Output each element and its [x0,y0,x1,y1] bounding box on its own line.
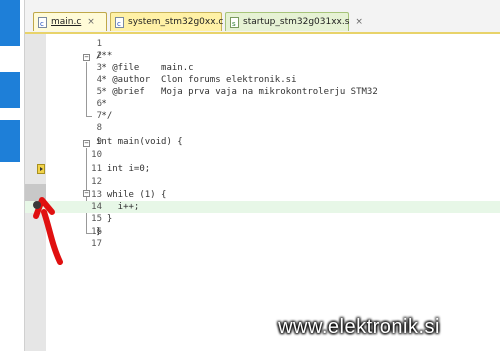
code-line: 16} [91,227,102,237]
asm-file-icon: s [230,16,239,28]
code-line: 2/** [96,51,113,61]
code-line: 17 [91,239,102,249]
code-line: 10 [91,150,102,160]
breakpoint-icon[interactable] [33,201,41,209]
tab-label: startup_stm32g031xx.s [243,17,350,27]
tab-main-c[interactable]: c main.c × [33,12,107,31]
code-line-current: 14 i++; [25,201,500,213]
tab-bar: c main.c × c system_stm32g0xx.c × s star… [25,0,500,34]
code-editor[interactable]: − − − 1 2/** 3 * @file main.c 4 * @autho… [25,34,500,351]
svg-text:s: s [232,20,236,28]
code-line: 1 [96,39,102,49]
code-line: 3 * @file main.c [96,63,194,73]
sidebar-panel-button[interactable] [0,0,20,46]
sidebar-panel-button[interactable] [0,120,20,162]
code-line: 12 [91,177,102,187]
close-icon[interactable]: × [87,17,95,27]
code-line: 7 */ [96,111,113,121]
sidebar [0,0,25,351]
code-line: 15 } [91,214,113,224]
c-file-icon: c [115,16,124,28]
code-line: 11 int i=0; [91,164,151,174]
code-line: 13 while (1) { [91,190,167,200]
tab-startup-stm32g031xx-s[interactable]: s startup_stm32g031xx.s × [225,12,363,31]
red-arrow-icon [33,197,63,265]
svg-text:c: c [117,20,121,28]
c-file-icon: c [38,16,47,28]
tab-label: main.c [51,17,82,27]
svg-text:c: c [40,20,44,28]
code-line: 9 int main(void) { [96,137,183,147]
code-line: 5 * @brief Moja prva vaja na mikrokontro… [96,87,378,97]
close-icon[interactable]: × [355,17,363,27]
code-line: 6 * [96,99,107,109]
watermark: www.elektronik.si [278,316,440,338]
code-line: 8 [96,123,102,133]
tab-system-stm32g0xx-c[interactable]: c system_stm32g0xx.c × [110,12,237,31]
code-line: 4 * @author Clon forums elektronik.si [96,75,297,85]
sidebar-panel-button[interactable] [0,72,20,108]
tab-label: system_stm32g0xx.c [128,17,224,27]
